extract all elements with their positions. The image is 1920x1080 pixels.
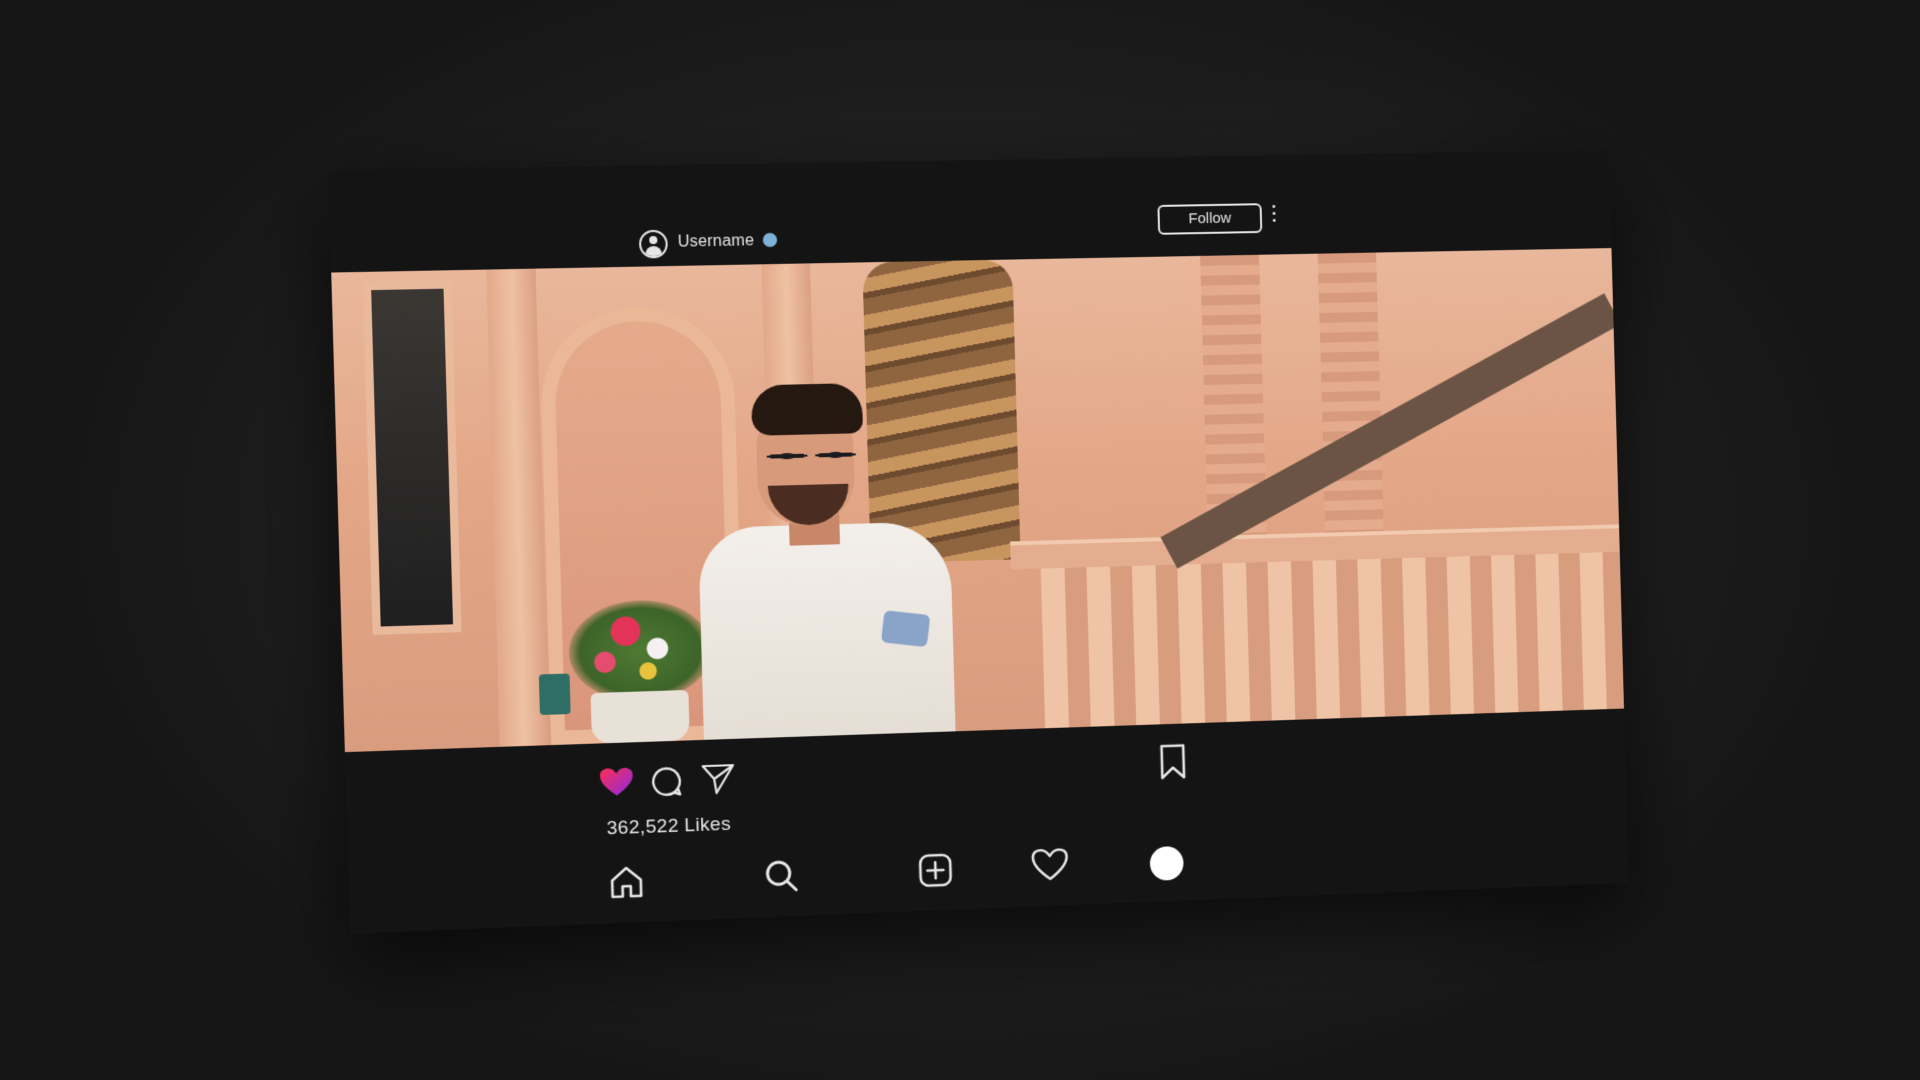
instagram-post-card: Username Follow 362,522 Likes	[328, 150, 1629, 934]
likes-count: 362,522 Likes	[606, 813, 732, 840]
more-options-icon[interactable]	[1271, 204, 1277, 225]
avatar-body	[645, 245, 662, 257]
search-icon[interactable]	[763, 857, 800, 895]
photo-window	[362, 280, 462, 635]
post-photo[interactable]	[331, 248, 1625, 753]
comment-icon[interactable]	[650, 765, 683, 798]
person-hair	[750, 382, 864, 436]
activity-heart-outline-icon[interactable]	[1031, 847, 1070, 882]
person-sunglasses	[762, 445, 860, 466]
avatar-head	[649, 235, 658, 245]
like-heart-filled-icon[interactable]	[599, 767, 635, 799]
verified-badge-icon	[762, 232, 778, 248]
user-avatar-icon[interactable]	[638, 229, 669, 259]
add-post-icon[interactable]	[917, 852, 954, 889]
bookmark-icon[interactable]	[1159, 743, 1188, 780]
photo-small-pot	[538, 673, 571, 716]
photo-flower-pot	[590, 689, 690, 744]
follow-button[interactable]: Follow	[1157, 203, 1263, 235]
photo-balustrade	[1040, 541, 1625, 729]
stage: Username Follow 362,522 Likes	[0, 0, 1920, 1080]
home-icon[interactable]	[608, 863, 646, 901]
username-link[interactable]: Username	[678, 232, 755, 252]
person-phone	[880, 610, 931, 648]
share-send-icon[interactable]	[701, 761, 736, 796]
photo-person	[684, 381, 956, 750]
